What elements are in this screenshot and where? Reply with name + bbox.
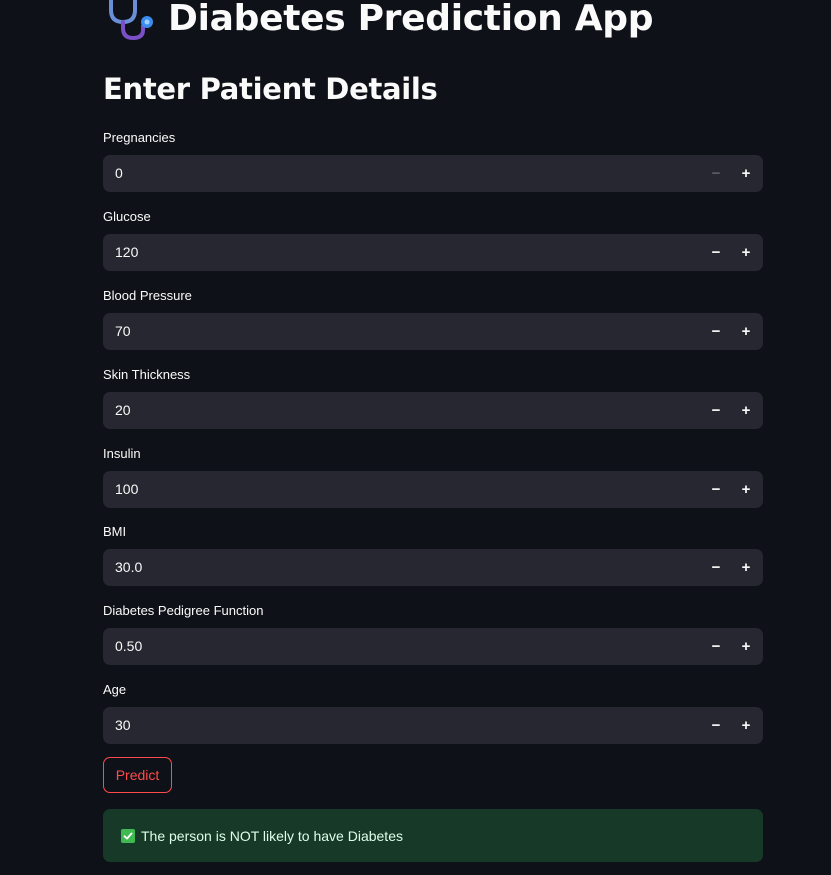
glucose-value[interactable]: 120	[103, 234, 701, 271]
decrement-button[interactable]: −	[701, 707, 731, 744]
pregnancies-number-input[interactable]: 0 − +	[103, 155, 763, 192]
insulin-number-input[interactable]: 100 − +	[103, 471, 763, 508]
decrement-button[interactable]: −	[701, 392, 731, 429]
field-label: Skin Thickness	[103, 367, 191, 382]
field-skin-thickness: Skin Thickness 20 − +	[103, 365, 763, 429]
stethoscope-icon	[109, 0, 153, 41]
decrement-button[interactable]: −	[701, 234, 731, 271]
blood-pressure-value[interactable]: 70	[103, 313, 701, 350]
field-bmi: BMI 30.0 − +	[103, 522, 763, 586]
pregnancies-value[interactable]: 0	[103, 155, 701, 192]
check-mark-icon	[121, 828, 135, 843]
decrement-button[interactable]: −	[701, 549, 731, 586]
field-insulin: Insulin 100 − +	[103, 444, 763, 508]
result-message: The person is NOT likely to have Diabete…	[141, 827, 403, 844]
field-label: Blood Pressure	[103, 288, 192, 303]
bmi-value[interactable]: 30.0	[103, 549, 701, 586]
app-title: Diabetes Prediction App	[103, 0, 654, 46]
increment-button[interactable]: +	[731, 155, 761, 192]
increment-button[interactable]: +	[731, 313, 761, 350]
increment-button[interactable]: +	[731, 549, 761, 586]
decrement-button[interactable]: −	[701, 155, 731, 192]
diabetes-pedigree-number-input[interactable]: 0.50 − +	[103, 628, 763, 665]
result-success-alert: The person is NOT likely to have Diabete…	[103, 809, 763, 862]
field-label: Diabetes Pedigree Function	[103, 603, 264, 618]
increment-button[interactable]: +	[731, 707, 761, 744]
blood-pressure-number-input[interactable]: 70 − +	[103, 313, 763, 350]
field-label: Insulin	[103, 446, 141, 461]
age-value[interactable]: 30	[103, 707, 701, 744]
predict-button[interactable]: Predict	[103, 757, 172, 793]
glucose-number-input[interactable]: 120 − +	[103, 234, 763, 271]
app-title-text: Diabetes Prediction App	[168, 0, 654, 39]
field-diabetes-pedigree-function: Diabetes Pedigree Function 0.50 − +	[103, 601, 763, 665]
skin-thickness-number-input[interactable]: 20 − +	[103, 392, 763, 429]
age-number-input[interactable]: 30 − +	[103, 707, 763, 744]
decrement-button[interactable]: −	[701, 628, 731, 665]
increment-button[interactable]: +	[731, 628, 761, 665]
decrement-button[interactable]: −	[701, 313, 731, 350]
field-label: Glucose	[103, 209, 151, 224]
increment-button[interactable]: +	[731, 234, 761, 271]
increment-button[interactable]: +	[731, 392, 761, 429]
field-pregnancies: Pregnancies 0 − +	[103, 128, 763, 192]
field-blood-pressure: Blood Pressure 70 − +	[103, 286, 763, 350]
field-label: Age	[103, 682, 127, 697]
field-label: Pregnancies	[103, 130, 176, 145]
increment-button[interactable]: +	[731, 471, 761, 508]
skin-thickness-value[interactable]: 20	[103, 392, 701, 429]
field-age: Age 30 − +	[103, 680, 763, 744]
field-glucose: Glucose 120 − +	[103, 207, 763, 271]
diabetes-pedigree-value[interactable]: 0.50	[103, 628, 701, 665]
decrement-button[interactable]: −	[701, 471, 731, 508]
bmi-number-input[interactable]: 30.0 − +	[103, 549, 763, 586]
insulin-value[interactable]: 100	[103, 471, 701, 508]
field-label: BMI	[103, 524, 127, 539]
section-heading: Enter Patient Details	[103, 72, 438, 106]
